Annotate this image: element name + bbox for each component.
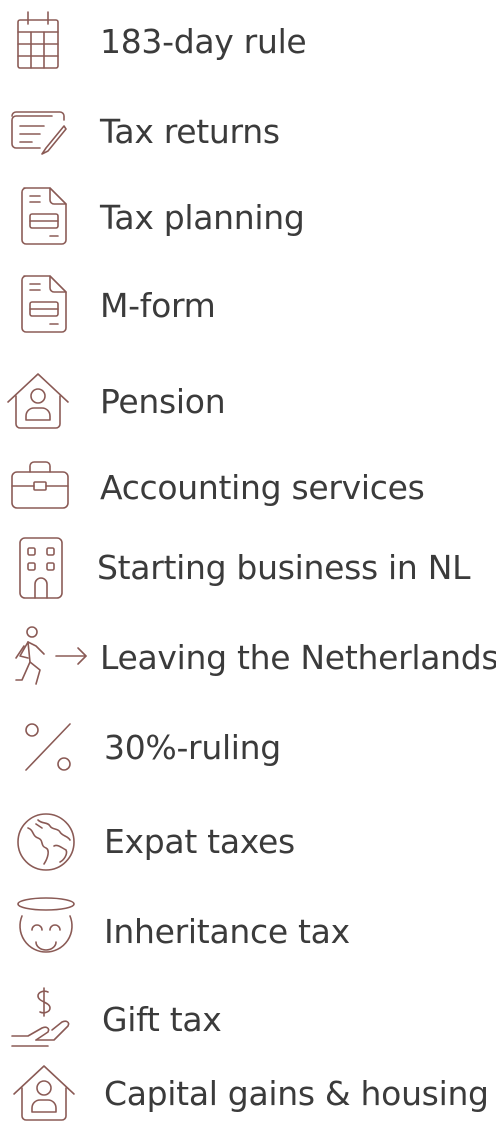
dollar-hand-icon — [8, 984, 72, 1056]
menu-item-label: Expat taxes — [104, 822, 295, 861]
menu-item-inheritance-tax[interactable]: Inheritance tax — [0, 896, 496, 968]
menu-item-gift-tax[interactable]: Gift tax — [0, 984, 496, 1056]
services-menu: 183-day rule Tax returns Tax planning M-… — [0, 0, 496, 1133]
menu-item-label: 30%-ruling — [104, 728, 281, 767]
menu-item-label: Tax returns — [100, 112, 280, 151]
globe-icon — [14, 806, 78, 878]
menu-item-label: Leaving the Netherlands — [100, 638, 496, 677]
menu-item-label: Pension — [100, 382, 226, 421]
menu-item-label: Starting business in NL — [97, 548, 471, 587]
house-person-icon — [6, 366, 70, 438]
briefcase-icon — [8, 452, 72, 524]
menu-item-leaving-netherlands[interactable]: Leaving the Netherlands — [0, 622, 496, 694]
menu-item-label: Gift tax — [102, 1000, 222, 1039]
menu-item-label: Capital gains & housing — [104, 1074, 489, 1113]
menu-item-label: M-form — [100, 286, 216, 325]
building-icon — [10, 532, 74, 604]
menu-item-starting-business[interactable]: Starting business in NL — [0, 532, 496, 604]
percent-icon — [20, 712, 84, 784]
document-icon — [12, 182, 76, 254]
menu-item-label: 183-day rule — [100, 22, 307, 61]
house-person-icon — [12, 1058, 76, 1130]
document-icon — [12, 270, 76, 342]
menu-item-pension[interactable]: Pension — [0, 366, 496, 438]
menu-item-label: Accounting services — [100, 468, 425, 507]
menu-item-tax-planning[interactable]: Tax planning — [0, 182, 496, 254]
menu-item-expat-taxes[interactable]: Expat taxes — [0, 806, 496, 878]
menu-item-183-day-rule[interactable]: 183-day rule — [0, 6, 496, 78]
menu-item-m-form[interactable]: M-form — [0, 270, 496, 342]
menu-item-label: Tax planning — [100, 198, 305, 237]
menu-item-capital-gains-housing[interactable]: Capital gains & housing — [0, 1058, 496, 1130]
menu-item-label: Inheritance tax — [104, 912, 350, 951]
menu-item-tax-returns[interactable]: Tax returns — [0, 96, 496, 168]
calendar-icon — [6, 6, 70, 78]
menu-item-30-ruling[interactable]: 30%-ruling — [0, 712, 496, 784]
menu-item-accounting-services[interactable]: Accounting services — [0, 452, 496, 524]
walking-arrow-icon — [6, 622, 96, 694]
form-pen-icon — [6, 96, 70, 168]
halo-face-icon — [14, 896, 78, 968]
